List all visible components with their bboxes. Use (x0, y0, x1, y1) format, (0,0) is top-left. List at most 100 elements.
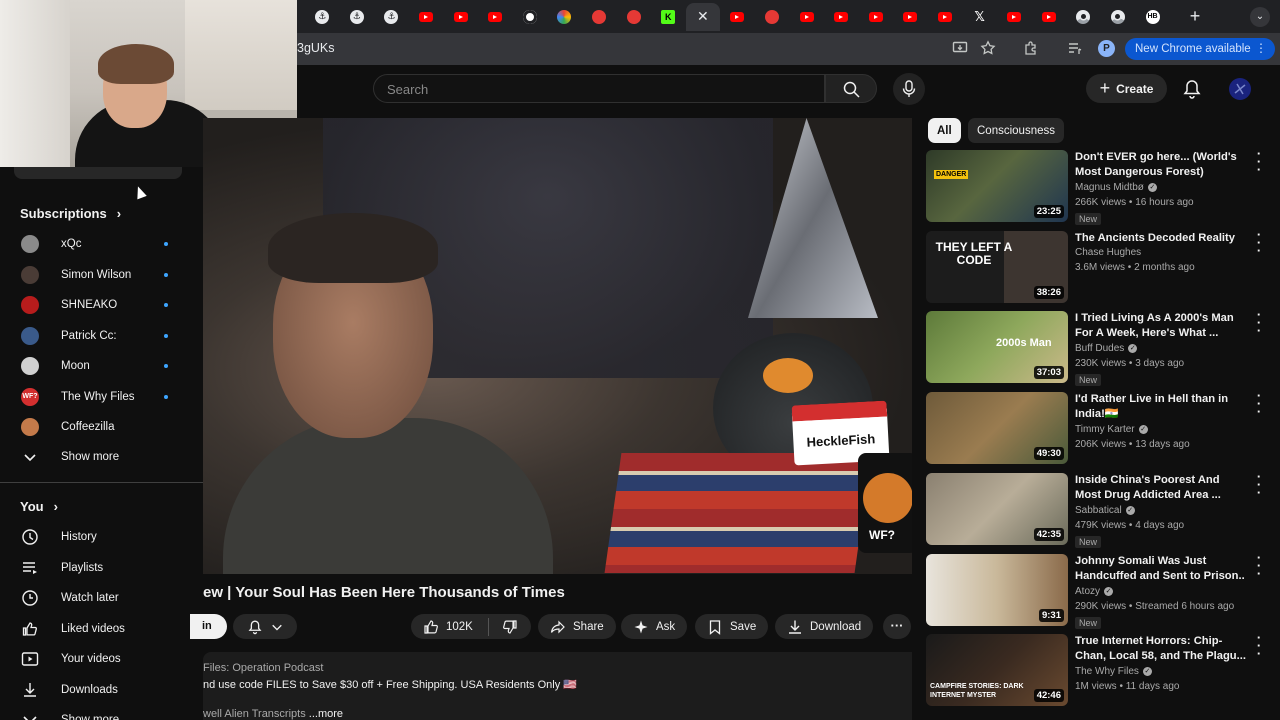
recommended-video[interactable]: 2000s Man 37:03 I Tried Living As A 2000's… (926, 308, 1276, 391)
browser-tab[interactable]: HB (1135, 3, 1170, 31)
sidebar-subscription-item[interactable]: Moon (20, 351, 180, 381)
browser-tab[interactable] (616, 3, 651, 31)
browser-tab[interactable] (928, 3, 963, 31)
recommended-video[interactable]: THEY LEFT A CODE 38:26 The Ancients Decode… (926, 228, 1276, 311)
ask-button[interactable]: Ask (621, 614, 688, 639)
address-bar-url[interactable]: 3gUKs (297, 41, 335, 55)
chrome-menu-icon[interactable]: ⋮ (1255, 41, 1267, 55)
browser-tab[interactable]: ✕ (685, 2, 721, 31)
recommended-video[interactable]: 42:35 Inside China's Poorest And Most Dru… (926, 470, 1276, 553)
profile-avatar[interactable]: P (1098, 40, 1115, 57)
video-thumbnail[interactable]: 2000s Man 37:03 (926, 311, 1068, 384)
new-tab-button[interactable]: + (1185, 6, 1205, 26)
channel-name[interactable]: Sabbatical ✓ (1075, 505, 1135, 516)
browser-tab[interactable] (824, 3, 859, 31)
like-dislike-button[interactable]: 102K (411, 614, 531, 639)
sidebar-item-history[interactable]: History (20, 522, 180, 552)
browser-tab[interactable] (513, 3, 548, 31)
video-title[interactable]: I Tried Living As A 2000's Man For A Wee… (1075, 311, 1247, 341)
browser-tab[interactable] (720, 3, 755, 31)
sidebar-item-liked-videos[interactable]: Liked videos (20, 614, 180, 644)
channel-name[interactable]: Timmy Karter ✓ (1075, 424, 1148, 435)
channel-name[interactable]: The Why Files ✓ (1075, 666, 1152, 677)
browser-tab[interactable] (755, 3, 790, 31)
video-thumbnail[interactable]: 9:31 (926, 553, 1068, 626)
video-thumbnail[interactable]: 49:30 (926, 392, 1068, 465)
video-thumbnail[interactable]: CAMPFIRE STORIES: DARK INTERNET MYSTER 42… (926, 634, 1068, 707)
sidebar-item-watch-later[interactable]: Watch later (20, 583, 180, 613)
sidebar-item-playlists[interactable]: Playlists (20, 553, 180, 583)
video-title[interactable]: Inside China's Poorest And Most Drug Add… (1075, 473, 1247, 503)
sidebar-subscription-item[interactable]: Simon Wilson (20, 260, 180, 290)
recommended-video[interactable]: 9:31 Johnny Somali Was Just Handcuffed an… (926, 551, 1276, 634)
channel-name[interactable]: Buff Dudes ✓ (1075, 343, 1138, 354)
recommended-video[interactable]: CAMPFIRE STORIES: DARK INTERNET MYSTER 42… (926, 631, 1276, 714)
video-title[interactable]: Don't EVER go here... (World's Most Dang… (1075, 150, 1247, 180)
sidebar-item-show-more[interactable]: Show more (20, 705, 180, 720)
chip-all[interactable]: All (928, 118, 961, 143)
browser-tab[interactable] (478, 3, 513, 31)
sidebar-item-your-videos[interactable]: Your videos (20, 644, 180, 674)
browser-tab[interactable] (582, 3, 617, 31)
video-title[interactable]: Johnny Somali Was Just Handcuffed and Se… (1075, 554, 1247, 584)
recommended-video[interactable]: DANGER 23:25 Don't EVER go here... (World'… (926, 147, 1276, 230)
show-more-subscriptions[interactable]: Show more (20, 442, 180, 472)
video-thumbnail[interactable]: THEY LEFT A CODE 38:26 (926, 230, 1068, 303)
you-header[interactable]: You › (20, 499, 58, 514)
chip-consciousness[interactable]: Consciousness (968, 118, 1064, 143)
video-menu-icon[interactable]: · · · (1254, 308, 1264, 337)
new-chrome-available-button[interactable]: New Chrome available ⋮ (1125, 38, 1275, 60)
sidebar-item-partial[interactable] (14, 167, 182, 179)
share-button[interactable]: Share (538, 614, 616, 639)
browser-tab[interactable] (789, 3, 824, 31)
install-app-icon[interactable] (951, 40, 969, 58)
video-player[interactable]: HeckleFish WF? (203, 118, 912, 574)
notifications-bell-icon[interactable] (1181, 78, 1203, 100)
extensions-icon[interactable] (1022, 40, 1040, 58)
search-input[interactable]: Search (373, 74, 825, 103)
create-button[interactable]: + Create (1086, 74, 1167, 103)
channel-name[interactable]: Magnus Midtbø ✓ (1075, 182, 1157, 193)
download-button[interactable]: Download (775, 614, 874, 639)
video-thumbnail[interactable]: 42:35 (926, 472, 1068, 545)
video-menu-icon[interactable]: · · · (1254, 631, 1264, 660)
browser-tab[interactable] (409, 3, 444, 31)
video-title[interactable]: True Internet Horrors: Chip-Chan, Local … (1075, 634, 1247, 664)
voice-search-button[interactable] (893, 73, 925, 105)
recommended-video[interactable]: 49:30 I'd Rather Live in Hell than in Ind… (926, 389, 1276, 472)
browser-tab[interactable] (1031, 3, 1066, 31)
bookmark-star-icon[interactable] (979, 40, 997, 58)
video-title[interactable]: The Ancients Decoded Reality (1075, 231, 1247, 246)
sidebar-subscription-item[interactable]: xQc (20, 229, 180, 259)
search-button[interactable] (825, 74, 877, 103)
sidebar-subscription-item[interactable]: Patrick Cc: (20, 321, 180, 351)
channel-name[interactable]: Atozy ✓ (1075, 586, 1114, 597)
save-button[interactable]: Save (695, 614, 769, 639)
browser-tab[interactable]: ⚓ (340, 3, 375, 31)
thumbs-up-icon[interactable] (423, 619, 439, 635)
thumbs-down-icon[interactable] (502, 619, 518, 635)
close-icon[interactable]: ✕ (696, 8, 710, 24)
browser-tab[interactable]: ⚓ (374, 3, 409, 31)
subscriptions-header[interactable]: Subscriptions › (20, 206, 121, 221)
video-menu-icon[interactable]: · · · (1254, 228, 1264, 257)
sidebar-subscription-item[interactable]: SHNEAKO (20, 290, 180, 320)
video-menu-icon[interactable]: · · · (1254, 551, 1264, 580)
video-menu-icon[interactable]: · · · (1254, 470, 1264, 499)
media-controls-icon[interactable] (1066, 40, 1084, 58)
sidebar-subscription-item[interactable]: WF? The Why Files (20, 382, 180, 412)
sidebar-item-downloads[interactable]: Downloads (20, 675, 180, 705)
channel-name[interactable]: Chase Hughes (1075, 247, 1141, 258)
browser-tab[interactable] (893, 3, 928, 31)
description-more-link[interactable]: ...more (306, 708, 343, 720)
more-actions-button[interactable]: ··· (883, 614, 911, 639)
browser-tab[interactable] (547, 3, 582, 31)
video-title[interactable]: I'd Rather Live in Hell than in India!🇮🇳 (1075, 392, 1247, 422)
video-menu-icon[interactable]: · · · (1254, 147, 1264, 176)
browser-tab[interactable] (997, 3, 1032, 31)
video-thumbnail[interactable]: DANGER 23:25 (926, 150, 1068, 222)
browser-tab[interactable] (443, 3, 478, 31)
subscribe-button[interactable]: in (190, 614, 227, 639)
sidebar-subscription-item[interactable]: Coffeezilla (20, 412, 180, 442)
user-avatar[interactable] (1229, 78, 1251, 100)
